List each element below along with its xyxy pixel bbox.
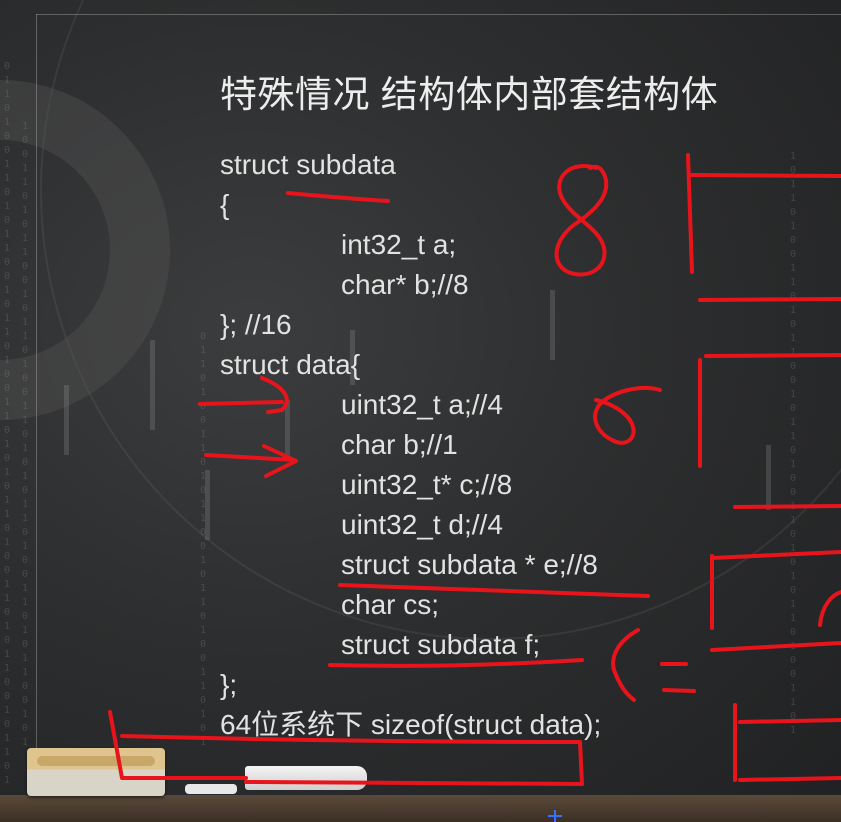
chalkboard-slide: 0 1 1 0 1 0 0 1 1 0 1 0 1 1 0 0 1 0 1 1 …	[0, 0, 841, 822]
bracket-bottom	[733, 703, 841, 782]
arrow-2	[204, 444, 298, 478]
brace-left	[611, 628, 640, 702]
digit-8-top	[554, 164, 609, 277]
box-right	[710, 550, 841, 652]
arrow-1	[198, 376, 289, 414]
arc-right	[818, 590, 841, 627]
dash-2	[662, 688, 696, 693]
handwritten-annotations	[108, 153, 841, 786]
underline-subdata	[286, 191, 390, 203]
line-mid-2	[733, 504, 841, 509]
line-16	[698, 297, 841, 302]
box-sizeof	[108, 710, 584, 786]
underline-f	[328, 658, 584, 668]
underline-e	[338, 583, 650, 598]
bracket-top	[686, 153, 841, 274]
digit-8-mid	[593, 385, 662, 445]
crosshair-cursor-icon	[548, 810, 562, 822]
bracket-mid	[698, 353, 841, 468]
